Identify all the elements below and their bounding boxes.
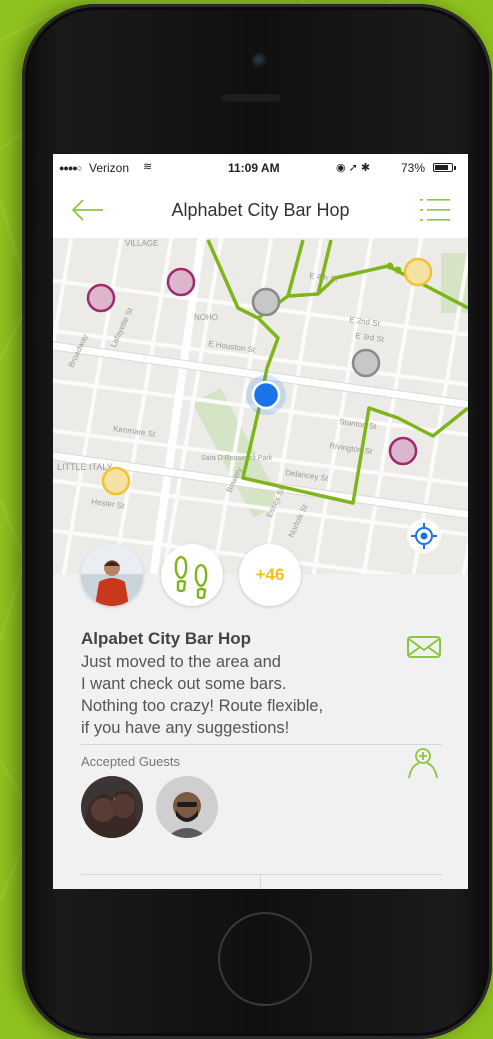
divider — [81, 744, 442, 745]
visited-bar-marker[interactable] — [388, 436, 418, 466]
map-label: LITTLE ITALY — [57, 462, 113, 472]
description-line: Nothing too crazy! Route flexible, — [81, 697, 324, 715]
status-time: 11:09 AM — [228, 161, 280, 175]
planned-bar-marker[interactable] — [403, 257, 433, 287]
mute-switch — [36, 152, 46, 186]
divider — [260, 875, 261, 889]
guest-avatar[interactable] — [81, 776, 143, 838]
front-camera — [252, 53, 268, 69]
page-title: Alphabet City Bar Hop — [171, 200, 350, 220]
earpiece-speaker — [220, 92, 282, 102]
home-button[interactable] — [218, 912, 312, 1006]
add-guest-icon[interactable] — [405, 742, 441, 782]
signal-strength: ●●●●○ — [59, 163, 82, 173]
route-node — [394, 266, 402, 274]
pending-bar-marker[interactable] — [351, 348, 381, 378]
divider — [81, 874, 442, 875]
event-description: Just moved to the area and I want check … — [81, 651, 381, 739]
route-node — [386, 262, 394, 270]
footsteps-button[interactable] — [161, 544, 223, 606]
carrier-name: Verizon — [89, 161, 130, 175]
route-map[interactable]: VILLAGE NOHO E Houston St LITTLE ITALY K… — [53, 238, 468, 574]
description-line: I want check out some bars. — [81, 675, 287, 693]
visited-bar-marker[interactable] — [166, 267, 196, 297]
mail-icon[interactable] — [405, 632, 443, 660]
nav-bar: Alphabet City Bar Hop — [53, 182, 468, 239]
visited-bar-marker[interactable] — [86, 283, 116, 313]
footsteps-icon — [174, 555, 208, 600]
planned-bar-marker[interactable] — [101, 466, 131, 496]
status-icons: ◉ ➚ ✱ — [336, 162, 371, 174]
volume-up-button — [36, 224, 46, 276]
volume-down-button — [36, 294, 46, 346]
list-menu-icon[interactable] — [418, 196, 452, 224]
back-arrow-icon[interactable] — [69, 196, 105, 224]
more-attendees-badge[interactable]: +46 — [239, 544, 301, 606]
battery-icon — [433, 163, 456, 172]
accepted-guests-label: Accepted Guests — [81, 754, 180, 769]
pending-bar-marker[interactable] — [251, 287, 281, 317]
app-screen: ●●●●○ Verizon ≋ 11:09 AM ◉ ➚ ✱ 73% Alpha… — [53, 154, 468, 889]
event-title: Alpabet City Bar Hop — [81, 629, 252, 648]
current-location-marker — [251, 380, 281, 410]
map-canvas: VILLAGE NOHO E Houston St LITTLE ITALY K… — [53, 238, 468, 574]
description-line: Just moved to the area and — [81, 653, 281, 671]
battery-percent: 73% — [401, 161, 426, 175]
map-label: VILLAGE — [125, 239, 158, 248]
description-line: if you have any suggestions! — [81, 719, 290, 737]
host-avatar[interactable] — [81, 544, 143, 606]
guest-avatar[interactable] — [156, 776, 218, 838]
status-bar: ●●●●○ Verizon ≋ 11:09 AM ◉ ➚ ✱ 73% — [53, 154, 468, 182]
map-label: NOHO — [194, 313, 218, 322]
map-label: Sara D Roosevelt Park — [201, 455, 273, 462]
wifi-icon: ≋ — [143, 161, 153, 173]
event-card: +46 Alpabet City Bar Hop Just moved to t… — [53, 544, 468, 889]
locate-me-button[interactable] — [407, 519, 441, 553]
